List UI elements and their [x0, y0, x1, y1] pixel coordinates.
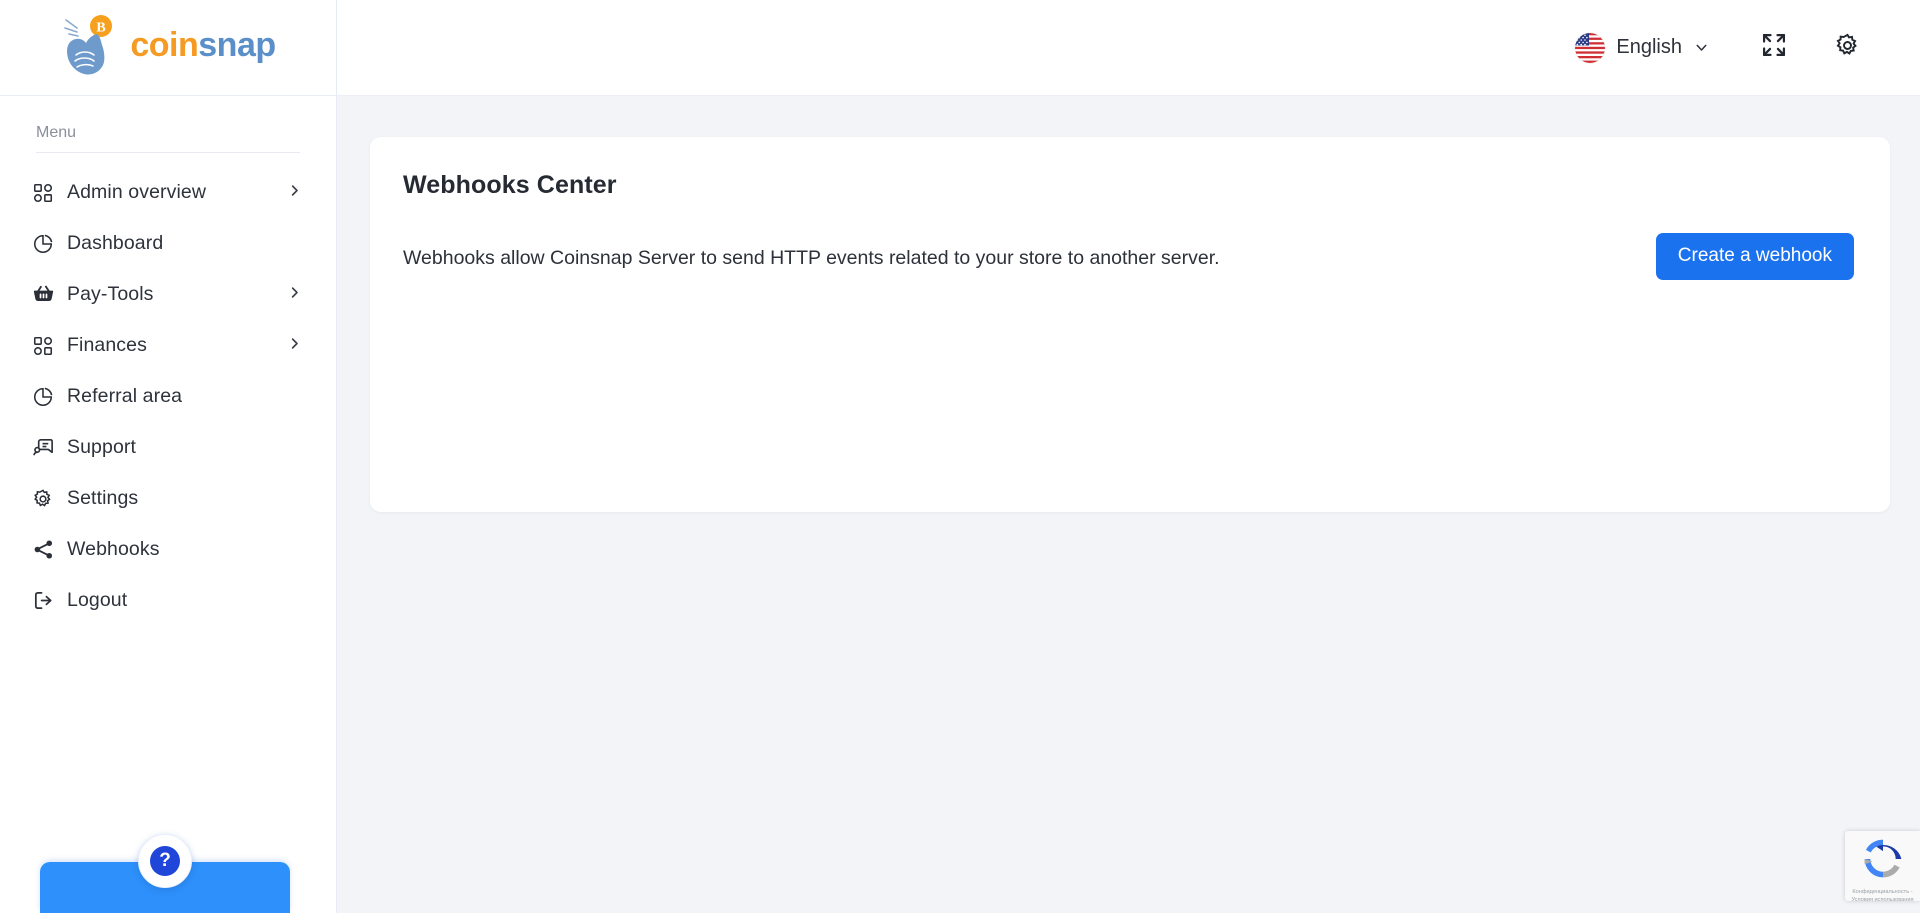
basket-icon [32, 283, 62, 307]
sidebar: B coinsnap Menu Admin overview Dashboard… [0, 0, 337, 913]
content-area: Webhooks Center Webhooks allow Coinsnap … [337, 96, 1920, 913]
question-mark-icon: ? [150, 846, 180, 876]
menu-section-label: Menu [36, 124, 77, 141]
pie-chart-icon [32, 385, 62, 409]
logo[interactable]: B coinsnap [0, 0, 336, 96]
logo-text: coinsnap [130, 26, 276, 65]
create-webhook-button[interactable]: Create a webhook [1655, 233, 1854, 280]
logo-text-snap: snap [198, 26, 276, 64]
sidebar-item-label: Pay-Tools [67, 283, 154, 305]
sidebar-item-label: Logout [67, 589, 128, 611]
chevron-right-icon [287, 183, 302, 203]
sidebar-item-finances[interactable]: Finances [26, 320, 310, 371]
help-widget-panel[interactable]: ? [40, 834, 290, 913]
fullscreen-expand-icon [1760, 31, 1788, 64]
sidebar-item-logout[interactable]: Logout [26, 575, 310, 626]
sidebar-item-admin-overview[interactable]: Admin overview [26, 167, 310, 218]
sidebar-item-label: Support [67, 436, 136, 458]
page-title: Webhooks Center [403, 171, 617, 199]
recaptcha-logo-icon [1862, 838, 1904, 885]
share-icon [32, 538, 62, 562]
us-flag-icon [1575, 32, 1606, 63]
sidebar-menu: Admin overview Dashboard Pay-Tools Finan… [0, 167, 336, 626]
sidebar-item-label: Settings [67, 487, 139, 509]
chevron-right-icon [287, 336, 302, 356]
main-area: English Webhooks Center Webhooks allow C… [337, 0, 1920, 913]
grid-icon [32, 334, 62, 358]
menu-divider [36, 152, 300, 153]
sidebar-item-dashboard[interactable]: Dashboard [26, 218, 310, 269]
recaptcha-privacy-text[interactable]: Конфиденциальность - [1849, 888, 1915, 896]
recaptcha-terms-text[interactable]: Условия использования [1848, 896, 1916, 904]
grid-icon [32, 181, 62, 205]
logout-icon [32, 589, 62, 613]
recaptcha-badge[interactable]: Конфиденциальность - Условия использован… [1845, 831, 1920, 904]
help-button[interactable]: ? [138, 834, 192, 888]
gear-icon [1834, 32, 1861, 64]
sidebar-item-referral-area[interactable]: Referral area [26, 371, 310, 422]
app-root: B coinsnap Menu Admin overview Dashboard… [0, 0, 1920, 913]
sidebar-item-settings[interactable]: Settings [26, 473, 310, 524]
sidebar-item-label: Finances [67, 334, 147, 356]
sidebar-item-label: Dashboard [67, 232, 164, 254]
sidebar-item-label: Webhooks [67, 538, 160, 560]
settings-button[interactable] [1828, 29, 1866, 67]
fullscreen-button[interactable] [1755, 29, 1793, 67]
chevron-down-icon [1693, 39, 1710, 56]
language-label: English [1616, 36, 1682, 58]
chevron-right-icon [287, 285, 302, 305]
pie-chart-icon [32, 232, 62, 256]
coinsnap-logo-icon: B [60, 14, 122, 78]
sidebar-item-label: Referral area [67, 385, 183, 407]
topbar: English [337, 0, 1920, 96]
svg-text:B: B [97, 20, 106, 35]
sidebar-item-label: Admin overview [67, 181, 207, 203]
webhooks-center-card: Webhooks Center Webhooks allow Coinsnap … [370, 137, 1890, 512]
language-selector[interactable]: English [1575, 32, 1710, 63]
logo-text-coin: coin [130, 26, 199, 64]
webhooks-description: Webhooks allow Coinsnap Server to send H… [403, 247, 1220, 269]
sidebar-item-webhooks[interactable]: Webhooks [26, 524, 310, 575]
sidebar-item-pay-tools[interactable]: Pay-Tools [26, 269, 310, 320]
chat-bubble-icon [32, 436, 62, 460]
sidebar-item-support[interactable]: Support [26, 422, 310, 473]
gear-icon [32, 487, 62, 511]
